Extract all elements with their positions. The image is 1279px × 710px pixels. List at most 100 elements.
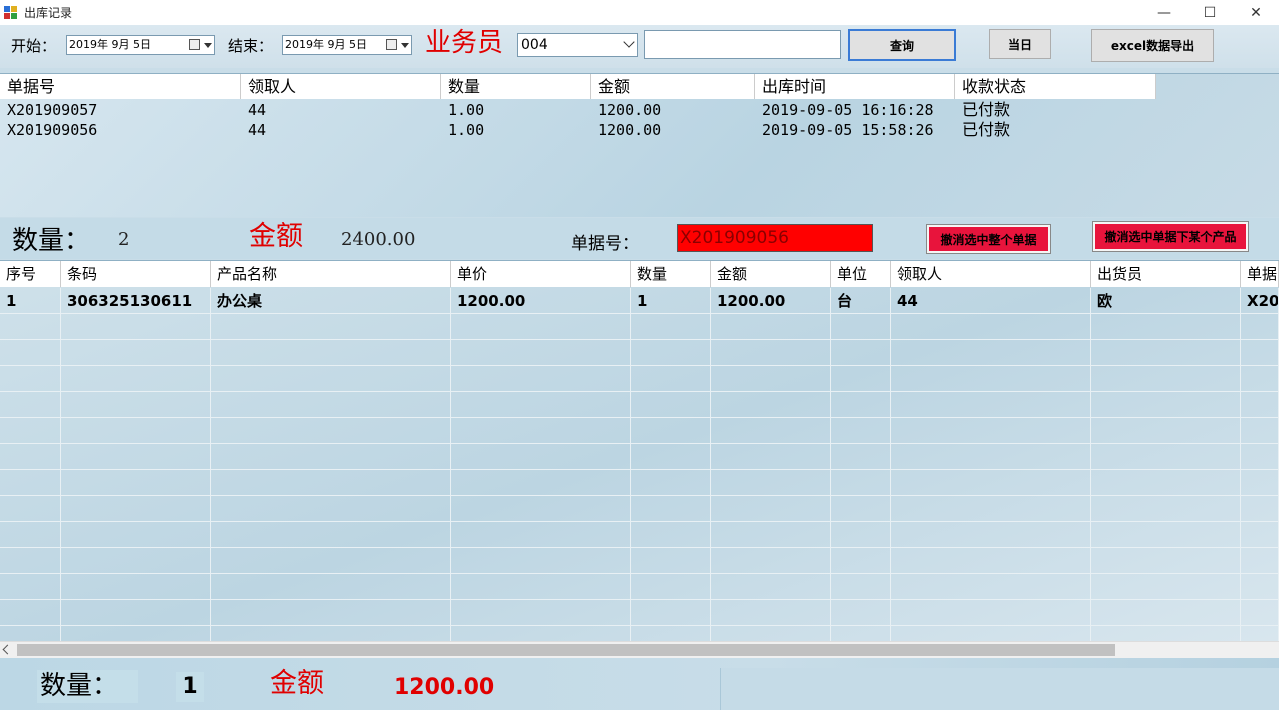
bottom-amount-value: 1200.00 xyxy=(394,675,495,700)
empty-cell xyxy=(1241,340,1279,366)
empty-cell xyxy=(891,366,1091,392)
empty-cell xyxy=(891,314,1091,340)
title-bar: 出库记录 — ☐ ✕ xyxy=(0,0,1279,25)
empty-cell xyxy=(1091,574,1241,600)
excel-export-button[interactable]: excel数据导出 xyxy=(1091,29,1214,62)
empty-cell xyxy=(1091,470,1241,496)
empty-cell xyxy=(711,340,831,366)
cancel-order-button[interactable]: 撤消选中整个单据 xyxy=(926,224,1051,254)
window-title: 出库记录 xyxy=(24,6,73,20)
column-header[interactable]: 产品名称 xyxy=(211,261,451,287)
empty-cell xyxy=(631,314,711,340)
column-header[interactable]: 数量 xyxy=(441,74,591,99)
empty-table-row xyxy=(0,600,1279,626)
empty-cell xyxy=(711,418,831,444)
column-header[interactable]: 单据号 xyxy=(0,74,241,99)
empty-cell xyxy=(211,522,451,548)
empty-cell xyxy=(1091,600,1241,626)
amount-label: 金额 xyxy=(249,221,303,252)
empty-cell xyxy=(631,340,711,366)
scrollbar-thumb[interactable] xyxy=(17,644,1115,656)
empty-cell xyxy=(1091,626,1241,641)
maximize-button[interactable]: ☐ xyxy=(1187,0,1233,25)
column-header[interactable]: 金额 xyxy=(591,74,755,99)
empty-cell xyxy=(1241,392,1279,418)
table-row[interactable]: X201909057 44 1.00 1200.00 2019-09-05 16… xyxy=(0,100,1156,120)
orders-grid[interactable]: 单据号 领取人 数量 金额 出库时间 收款状态 X201909057 44 1.… xyxy=(0,73,1279,217)
empty-cell xyxy=(1241,470,1279,496)
empty-cell xyxy=(1241,522,1279,548)
empty-table-row xyxy=(0,496,1279,522)
empty-cell xyxy=(711,392,831,418)
query-button[interactable]: 查询 xyxy=(848,29,956,61)
minimize-button[interactable]: — xyxy=(1141,0,1187,25)
detail-grid[interactable]: 序号 条码 产品名称 单价 数量 金额 单位 领取人 出货员 单据 1 3063… xyxy=(0,260,1279,641)
column-header[interactable]: 序号 xyxy=(0,261,61,287)
column-header[interactable]: 出库时间 xyxy=(755,74,955,99)
empty-cell xyxy=(451,314,631,340)
table-row[interactable]: X201909056 44 1.00 1200.00 2019-09-05 15… xyxy=(0,120,1156,140)
empty-table-row xyxy=(0,340,1279,366)
selected-doc-no-field[interactable]: X201909056 xyxy=(677,224,873,252)
salesman-select[interactable]: 004 xyxy=(517,33,638,57)
column-header[interactable]: 单价 xyxy=(451,261,631,287)
close-button[interactable]: ✕ xyxy=(1233,0,1279,25)
column-header[interactable]: 单据 xyxy=(1241,261,1279,287)
cell-index: 1 xyxy=(0,288,61,314)
empty-cell xyxy=(0,522,61,548)
empty-cell xyxy=(61,418,211,444)
empty-cell xyxy=(711,574,831,600)
empty-cell xyxy=(631,418,711,444)
empty-cell xyxy=(711,366,831,392)
bottom-totals: 数量： 1 金额 1200.00 xyxy=(0,658,1279,710)
dropdown-arrow-icon[interactable] xyxy=(401,43,409,48)
empty-cell xyxy=(1241,444,1279,470)
end-date-value: 2019年 9月 5日 xyxy=(285,38,367,51)
calendar-icon xyxy=(189,39,200,50)
column-header[interactable]: 金额 xyxy=(711,261,831,287)
cell-receiver: 44 xyxy=(891,288,1091,314)
empty-cell xyxy=(451,366,631,392)
cell-receiver: 44 xyxy=(248,101,267,119)
end-label: 结束： xyxy=(228,37,274,55)
empty-cell xyxy=(0,444,61,470)
empty-cell xyxy=(831,314,891,340)
column-header[interactable]: 条码 xyxy=(61,261,211,287)
empty-cell xyxy=(711,470,831,496)
dropdown-arrow-icon[interactable] xyxy=(204,43,212,48)
empty-table-row xyxy=(0,366,1279,392)
calendar-icon xyxy=(386,39,397,50)
column-header[interactable]: 出货员 xyxy=(1091,261,1241,287)
empty-cell xyxy=(831,600,891,626)
search-input[interactable] xyxy=(644,30,841,59)
cell-unit: 台 xyxy=(831,288,891,314)
start-date-value: 2019年 9月 5日 xyxy=(69,38,151,51)
column-header[interactable]: 领取人 xyxy=(241,74,441,99)
table-row[interactable]: 1 306325130611 办公桌 1200.00 1 1200.00 台 4… xyxy=(0,288,1279,314)
start-date-picker[interactable]: 2019年 9月 5日 xyxy=(66,35,215,55)
empty-cell xyxy=(831,496,891,522)
column-header[interactable]: 单位 xyxy=(831,261,891,287)
doc-no-label: 单据号： xyxy=(571,234,639,254)
qty-label: 数量： xyxy=(12,226,91,256)
today-button[interactable]: 当日 xyxy=(989,29,1051,59)
empty-cell xyxy=(211,496,451,522)
end-date-picker[interactable]: 2019年 9月 5日 xyxy=(282,35,412,55)
empty-cell xyxy=(451,626,631,641)
empty-cell xyxy=(0,340,61,366)
empty-cell xyxy=(631,470,711,496)
column-header[interactable]: 数量 xyxy=(631,261,711,287)
salesman-value: 004 xyxy=(521,37,548,53)
cell-qty: 1.00 xyxy=(448,101,485,119)
column-header[interactable]: 领取人 xyxy=(891,261,1091,287)
empty-cell xyxy=(831,470,891,496)
empty-table-row xyxy=(0,444,1279,470)
column-header[interactable]: 收款状态 xyxy=(955,74,1156,99)
scroll-left-icon[interactable] xyxy=(2,644,13,655)
horizontal-scrollbar[interactable] xyxy=(0,641,1279,658)
cell-doc-no: X20 xyxy=(1241,288,1279,314)
empty-cell xyxy=(451,444,631,470)
amount-value: 2400.00 xyxy=(341,229,416,250)
cell-status: 已付款 xyxy=(962,120,1011,139)
cancel-product-button[interactable]: 撤消选中单据下某个产品 xyxy=(1092,221,1249,252)
